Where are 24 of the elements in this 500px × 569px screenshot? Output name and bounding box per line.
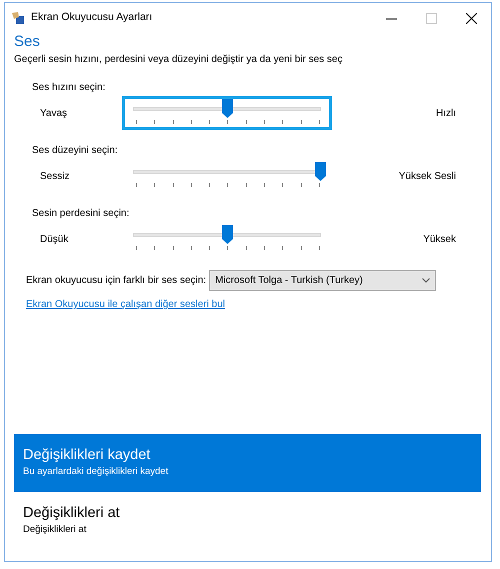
slider-label: Ses düzeyini seçin: — [32, 145, 118, 156]
slider-thumb[interactable] — [315, 162, 326, 181]
section-heading: Ses — [14, 33, 41, 51]
maximize-icon — [426, 12, 436, 24]
app-icon — [11, 11, 25, 25]
section-description: Geçerli sesin hızını, perdesini veya düzeyini değiştir ya da yeni bir ses seç — [14, 53, 344, 67]
voices-link[interactable]: Ekran Okuyucusu ile çalışan diğer sesleri bul — [26, 297, 225, 312]
max-label: Yüksek — [423, 234, 456, 244]
command-button[interactable]: Değişiklikleri kaydet Bu ayarlardaki değişiklikleri kaydet — [14, 434, 481, 492]
close-icon — [466, 12, 476, 24]
min-label: Sessiz — [40, 170, 70, 182]
slider-thumb[interactable] — [222, 99, 233, 118]
max-label: Hızlı — [436, 108, 456, 118]
min-label: Düşük — [40, 234, 68, 244]
voice-dropdown[interactable]: Microsoft Tolga - Turkish (Turkey) — [209, 270, 436, 291]
min-label: Yavaş — [40, 108, 68, 118]
slider-thumb[interactable] — [222, 225, 233, 244]
window-title: Ekran Okuyucusu Ayarları — [31, 10, 152, 26]
slider-label: Ses hızını seçin: — [32, 82, 106, 93]
slider-label: Sesin perdesini seçin: — [32, 208, 130, 219]
max-label: Yüksek Sesli — [398, 170, 456, 182]
slider[interactable] — [122, 96, 332, 130]
voice-label: Ekran okuyucusu için farklı bir ses seçin: — [26, 274, 206, 288]
chevron-down-icon — [422, 278, 430, 283]
